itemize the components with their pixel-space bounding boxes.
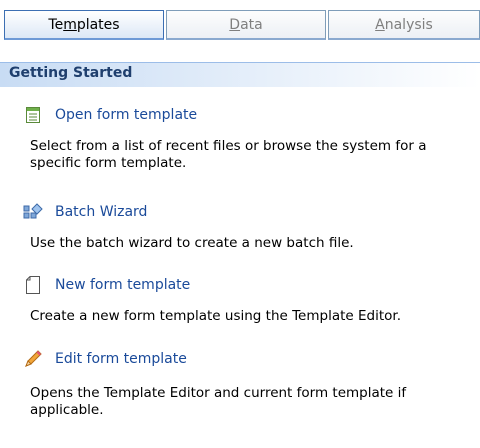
- tab-templates-label-part: Te: [48, 17, 64, 33]
- blank-page-icon: [22, 275, 44, 295]
- section-header: Getting Started: [0, 62, 480, 87]
- tab-data-label-rest: ata: [240, 17, 263, 33]
- open-form-template-description: Select from a list of recent files or br…: [30, 138, 427, 171]
- pencil-icon: [22, 349, 44, 369]
- tab-bar: Templates Data Analysis: [4, 10, 480, 42]
- batch-wizard-icon: [22, 202, 44, 222]
- tab-templates-mnemonic: m: [63, 17, 77, 33]
- edit-form-template-description: Opens the Template Editor and current fo…: [30, 385, 407, 418]
- open-form-template-label: Open form template: [55, 107, 198, 123]
- tab-data-mnemonic: D: [229, 17, 241, 33]
- batch-wizard-link[interactable]: Batch Wizard: [22, 201, 147, 223]
- new-form-template-description: Create a new form template using the Tem…: [30, 308, 402, 324]
- tab-analysis-label-rest: nalysis: [384, 17, 433, 33]
- tab-data[interactable]: Data: [166, 10, 326, 40]
- tab-templates[interactable]: Templates: [4, 10, 164, 40]
- batch-wizard-label: Batch Wizard: [55, 204, 148, 220]
- edit-form-template-label: Edit form template: [55, 351, 187, 367]
- tab-analysis[interactable]: Analysis: [328, 10, 480, 40]
- batch-wizard-description: Use the batch wizard to create a new bat…: [30, 235, 354, 251]
- tab-templates-label-rest: plates: [76, 17, 120, 33]
- edit-form-template-link[interactable]: Edit form template: [22, 348, 187, 370]
- form-list-icon: [22, 105, 44, 125]
- section-title: Getting Started: [9, 65, 133, 81]
- tab-analysis-mnemonic: A: [375, 17, 385, 33]
- open-form-template-link[interactable]: Open form template: [22, 104, 197, 126]
- new-form-template-link[interactable]: New form template: [22, 274, 190, 296]
- new-form-template-label: New form template: [55, 277, 191, 293]
